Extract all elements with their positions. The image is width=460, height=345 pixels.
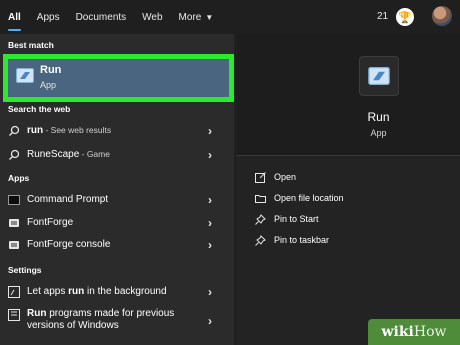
wikihow-watermark: wiki How xyxy=(368,319,460,345)
rewards-points: 21 xyxy=(377,11,389,22)
avatar[interactable] xyxy=(432,6,452,26)
web-result-suffix: - Game xyxy=(79,149,110,159)
tab-more[interactable]: More ▼ xyxy=(171,0,222,34)
section-settings: Settings xyxy=(8,265,42,275)
section-best-match: Best match xyxy=(8,40,54,50)
tab-all[interactable]: All xyxy=(0,0,29,34)
action-label: Open xyxy=(274,172,297,182)
window-settings-icon xyxy=(8,285,20,298)
section-apps: Apps xyxy=(8,173,30,183)
setting-result-background-apps[interactable]: Let apps run in the background › xyxy=(0,281,234,302)
app-result-fontforge-console[interactable]: FontForge console › xyxy=(0,234,234,255)
preview-subtitle: App xyxy=(370,128,387,138)
web-result-suffix: - See web results xyxy=(43,125,112,135)
run-dialog-icon xyxy=(368,67,390,85)
chevron-right-icon: › xyxy=(208,215,212,230)
chevron-right-icon: › xyxy=(208,314,212,328)
chevron-right-icon: › xyxy=(208,147,212,162)
chevron-down-icon: ▼ xyxy=(205,12,214,22)
fontforge-icon xyxy=(9,240,19,249)
pin-icon xyxy=(255,213,266,225)
run-app-icon xyxy=(359,56,399,96)
preview-panel: Run App Open Open file location Pin to S… xyxy=(237,34,460,345)
chevron-right-icon: › xyxy=(208,192,212,207)
best-match-title: Run xyxy=(40,64,62,76)
preview-header: Run App xyxy=(237,34,460,156)
web-result-runescape[interactable]: RuneScape - Game › xyxy=(0,144,234,165)
section-search-web: Search the web xyxy=(8,104,71,114)
action-open-file-location[interactable]: Open file location xyxy=(255,191,344,205)
setting-bold: Run xyxy=(27,308,47,319)
tab-documents[interactable]: Documents xyxy=(68,0,135,34)
setting-result-compatibility[interactable]: Run programs made for previous versions … xyxy=(0,306,234,336)
setting-result-label: Run programs made for previous versions … xyxy=(27,308,205,332)
action-label: Open file location xyxy=(274,193,344,203)
setting-result-label: Let apps run in the background xyxy=(27,286,167,297)
app-result-label: FontForge console xyxy=(27,239,111,250)
open-icon xyxy=(255,171,266,183)
search-tabs-bar: All Apps Documents Web More ▼ xyxy=(0,0,460,34)
web-result-label: RuneScape - Game xyxy=(27,149,110,160)
chevron-right-icon: › xyxy=(208,237,212,252)
search-icon xyxy=(9,149,20,160)
action-pin-to-start[interactable]: Pin to Start xyxy=(255,212,319,226)
action-label: Pin to taskbar xyxy=(274,235,330,245)
terminal-icon xyxy=(8,194,20,205)
web-result-label: run - See web results xyxy=(27,125,111,136)
best-match-run[interactable]: Run App xyxy=(3,54,234,102)
chevron-right-icon: › xyxy=(208,123,212,138)
folder-icon xyxy=(255,194,266,203)
action-pin-to-taskbar[interactable]: Pin to taskbar xyxy=(255,233,329,247)
fontforge-icon xyxy=(9,218,19,227)
setting-prefix: Let apps xyxy=(27,286,69,297)
results-panel: Best match Run App Search the web run - … xyxy=(0,34,234,345)
web-result-bold: run xyxy=(27,125,44,136)
chevron-right-icon: › xyxy=(208,284,212,299)
setting-bold: run xyxy=(68,286,85,297)
action-open[interactable]: Open xyxy=(255,170,296,184)
app-result-fontforge[interactable]: FontForge › xyxy=(0,212,234,233)
web-result-run[interactable]: run - See web results › xyxy=(0,120,234,141)
web-result-bold: RuneScape xyxy=(27,149,80,160)
action-label: Pin to Start xyxy=(274,214,319,224)
setting-suffix: in the background xyxy=(84,286,167,297)
search-icon xyxy=(9,125,20,136)
best-match-subtitle: App xyxy=(40,80,57,90)
compatibility-icon xyxy=(8,309,20,321)
tab-web[interactable]: Web xyxy=(134,0,170,34)
watermark-part2: How xyxy=(413,324,447,340)
run-app-icon xyxy=(16,68,34,83)
watermark-part1: wiki xyxy=(381,324,414,340)
tab-more-label: More xyxy=(178,11,202,23)
tab-apps[interactable]: Apps xyxy=(29,0,68,34)
preview-title: Run xyxy=(367,110,390,124)
trophy-icon[interactable]: 🏆 xyxy=(396,8,414,26)
app-result-label: FontForge xyxy=(27,217,74,228)
pin-icon xyxy=(255,234,266,246)
app-result-command-prompt[interactable]: Command Prompt › xyxy=(0,189,234,210)
setting-suffix: programs made for previous versions of W… xyxy=(27,308,175,331)
app-result-label: Command Prompt xyxy=(27,194,109,205)
